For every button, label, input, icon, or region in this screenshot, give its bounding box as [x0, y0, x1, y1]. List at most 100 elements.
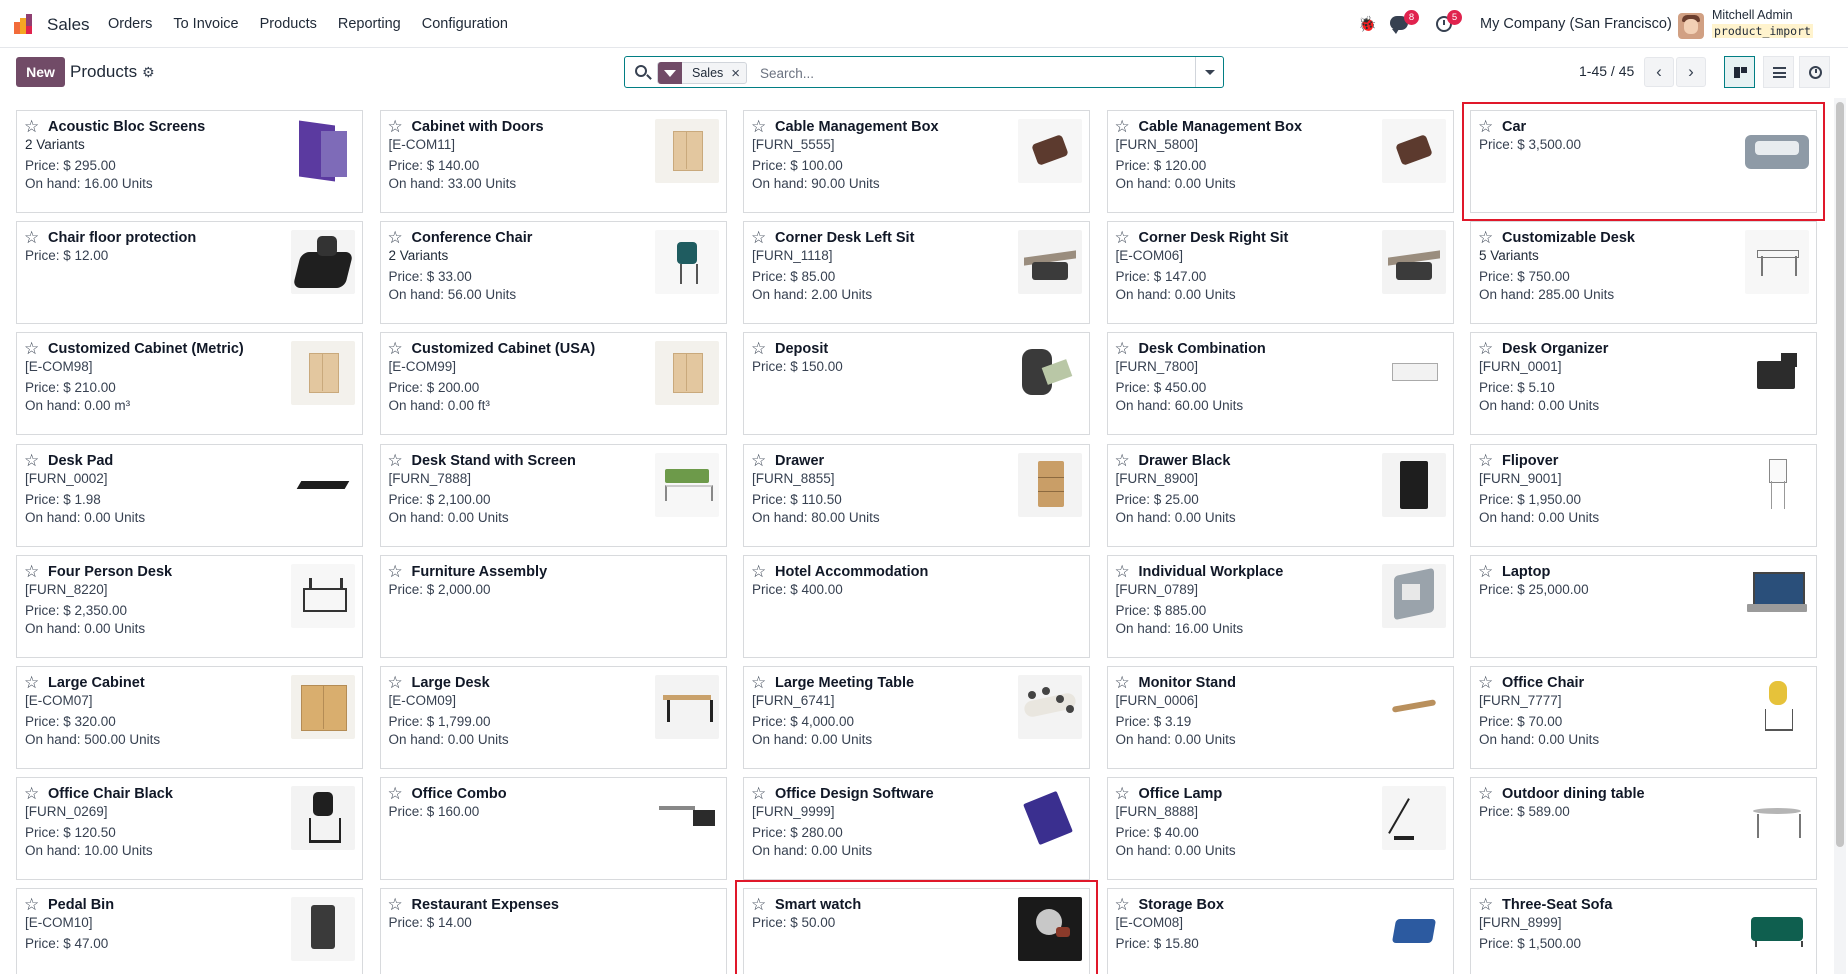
product-card[interactable]: ☆ Individual Workplace [FURN_0789] Price: $…: [1106, 554, 1454, 658]
search-facet[interactable]: Sales ×: [657, 62, 748, 84]
favorite-star-icon[interactable]: ☆: [751, 118, 766, 135]
favorite-star-icon[interactable]: ☆: [1478, 229, 1493, 246]
product-card[interactable]: ☆ Desk Pad [FURN_0002] Price: $ 1.98 On hand…: [16, 443, 363, 547]
product-card[interactable]: ☆ Acoustic Bloc Screens 2 Variants Price: $…: [16, 110, 363, 213]
product-card[interactable]: ☆ Drawer Black [FURN_8900] Price: $ 25.00 On…: [1106, 443, 1454, 547]
product-name[interactable]: Laptop: [1502, 564, 1550, 580]
product-card[interactable]: ☆ Office Design Software [FURN_9999] Price:…: [743, 777, 1090, 881]
product-name[interactable]: Acoustic Bloc Screens: [48, 119, 205, 135]
product-card[interactable]: ☆ Customizable Desk 5 Variants Price: $ 750…: [1470, 221, 1817, 325]
favorite-star-icon[interactable]: ☆: [1115, 229, 1130, 246]
product-name[interactable]: Large Cabinet: [48, 675, 145, 691]
product-name[interactable]: Office Chair Black: [48, 786, 173, 802]
product-card[interactable]: ☆ Outdoor dining table Price: $ 589.00: [1470, 777, 1817, 881]
favorite-star-icon[interactable]: ☆: [1478, 452, 1493, 469]
product-name[interactable]: Corner Desk Left Sit: [775, 230, 914, 246]
kanban-view-button[interactable]: [1724, 56, 1755, 88]
pager-value[interactable]: 1-45 / 45: [1579, 63, 1634, 79]
product-name[interactable]: Storage Box: [1139, 897, 1224, 913]
product-name[interactable]: Office Lamp: [1139, 786, 1223, 802]
favorite-star-icon[interactable]: ☆: [751, 452, 766, 469]
product-card[interactable]: ☆ Cable Management Box [FURN_5800] Price: $…: [1106, 110, 1454, 213]
product-name[interactable]: Chair floor protection: [48, 230, 196, 246]
product-card[interactable]: ☆ Desk Organizer [FURN_0001] Price: $ 5.10 O…: [1470, 332, 1817, 436]
favorite-star-icon[interactable]: ☆: [24, 785, 39, 802]
product-name[interactable]: Drawer Black: [1139, 453, 1231, 469]
activity-view-button[interactable]: [1799, 56, 1830, 88]
company-switcher[interactable]: My Company (San Francisco): [1480, 16, 1672, 32]
product-name[interactable]: Cable Management Box: [775, 119, 939, 135]
favorite-star-icon[interactable]: ☆: [24, 674, 39, 691]
search-bar[interactable]: Sales ×: [624, 56, 1224, 88]
favorite-star-icon[interactable]: ☆: [388, 452, 403, 469]
list-view-button[interactable]: [1763, 56, 1794, 88]
favorite-star-icon[interactable]: ☆: [1115, 674, 1130, 691]
app-name[interactable]: Sales: [47, 15, 90, 35]
product-name[interactable]: Desk Combination: [1139, 341, 1266, 357]
pager-next-button[interactable]: ›: [1676, 57, 1706, 87]
product-card[interactable]: ☆ Desk Combination [FURN_7800] Price: $ 450…: [1106, 332, 1454, 436]
product-card[interactable]: ☆ Corner Desk Right Sit [E-COM06] Price: $ …: [1106, 221, 1454, 325]
user-name[interactable]: Mitchell Admin: [1712, 8, 1793, 22]
product-name[interactable]: Drawer: [775, 453, 824, 469]
product-card[interactable]: ☆ Drawer [FURN_8855] Price: $ 110.50 On hand…: [743, 443, 1090, 547]
product-card[interactable]: ☆ Customized Cabinet (Metric) [E-COM98] Pri…: [16, 332, 363, 436]
product-card[interactable]: ☆ Storage Box [E-COM08] Price: $ 15.80: [1106, 888, 1454, 974]
product-name[interactable]: Office Chair: [1502, 675, 1584, 691]
product-card[interactable]: ☆ Deposit Price: $ 150.00: [743, 332, 1090, 436]
product-name[interactable]: Corner Desk Right Sit: [1139, 230, 1289, 246]
page-title[interactable]: Products: [70, 62, 137, 82]
product-name[interactable]: Large Meeting Table: [775, 675, 914, 691]
pager-previous-button[interactable]: ‹: [1644, 57, 1674, 87]
product-card[interactable]: ☆ Three-Seat Sofa [FURN_8999] Price: $ 1,50…: [1470, 888, 1817, 974]
menu-reporting[interactable]: Reporting: [338, 16, 401, 32]
favorite-star-icon[interactable]: ☆: [388, 785, 403, 802]
product-card[interactable]: ☆ Laptop Price: $ 25,000.00: [1470, 554, 1817, 658]
product-name[interactable]: Pedal Bin: [48, 897, 114, 913]
product-name[interactable]: Customized Cabinet (USA): [412, 341, 596, 357]
favorite-star-icon[interactable]: ☆: [1115, 896, 1130, 913]
favorite-star-icon[interactable]: ☆: [24, 118, 39, 135]
scrollbar-thumb[interactable]: [1836, 102, 1844, 847]
search-options-toggle[interactable]: [1195, 57, 1223, 87]
debug-bug-icon[interactable]: 🐞: [1358, 15, 1377, 33]
favorite-star-icon[interactable]: ☆: [1478, 785, 1493, 802]
product-card[interactable]: ☆ Large Desk [E-COM09] Price: $ 1,799.00 On …: [379, 666, 727, 769]
favorite-star-icon[interactable]: ☆: [388, 563, 403, 580]
favorite-star-icon[interactable]: ☆: [1115, 118, 1130, 135]
favorite-star-icon[interactable]: ☆: [1478, 674, 1493, 691]
product-name[interactable]: Cabinet with Doors: [412, 119, 544, 135]
favorite-star-icon[interactable]: ☆: [24, 229, 39, 246]
product-name[interactable]: Desk Organizer: [1502, 341, 1608, 357]
favorite-star-icon[interactable]: ☆: [751, 340, 766, 357]
favorite-star-icon[interactable]: ☆: [1115, 340, 1130, 357]
product-name[interactable]: Conference Chair: [412, 230, 533, 246]
favorite-star-icon[interactable]: ☆: [24, 896, 39, 913]
product-card[interactable]: ☆ Flipover [FURN_9001] Price: $ 1,950.00 On …: [1470, 443, 1817, 547]
product-card[interactable]: ☆ Pedal Bin [E-COM10] Price: $ 47.00: [16, 888, 363, 974]
product-name[interactable]: Office Design Software: [775, 786, 934, 802]
new-button[interactable]: New: [16, 57, 65, 87]
favorite-star-icon[interactable]: ☆: [1115, 452, 1130, 469]
favorite-star-icon[interactable]: ☆: [1478, 340, 1493, 357]
product-card[interactable]: ☆ Desk Stand with Screen [FURN_7888] Price:…: [379, 443, 727, 547]
product-card[interactable]: ☆ Smart watch Price: $ 50.00: [735, 880, 1098, 974]
product-card[interactable]: ☆ Chair floor protection Price: $ 12.00: [16, 221, 363, 325]
favorite-star-icon[interactable]: ☆: [1478, 896, 1493, 913]
gear-icon[interactable]: ⚙: [142, 64, 155, 81]
favorite-star-icon[interactable]: ☆: [24, 340, 39, 357]
product-name[interactable]: Smart watch: [775, 897, 861, 913]
favorite-star-icon[interactable]: ☆: [388, 674, 403, 691]
search-icon[interactable]: [635, 65, 647, 77]
product-card[interactable]: ☆ Customized Cabinet (USA) [E-COM99] Price:…: [379, 332, 727, 436]
favorite-star-icon[interactable]: ☆: [388, 229, 403, 246]
favorite-star-icon[interactable]: ☆: [388, 340, 403, 357]
product-card[interactable]: ☆ Hotel Accommodation Price: $ 400.00: [743, 554, 1090, 658]
favorite-star-icon[interactable]: ☆: [751, 785, 766, 802]
product-name[interactable]: Flipover: [1502, 453, 1558, 469]
product-name[interactable]: Four Person Desk: [48, 564, 172, 580]
product-card[interactable]: ☆ Office Lamp [FURN_8888] Price: $ 40.00 On …: [1106, 777, 1454, 881]
favorite-star-icon[interactable]: ☆: [1478, 118, 1493, 135]
product-card[interactable]: ☆ Restaurant Expenses Price: $ 14.00: [379, 888, 727, 974]
favorite-star-icon[interactable]: ☆: [1115, 563, 1130, 580]
